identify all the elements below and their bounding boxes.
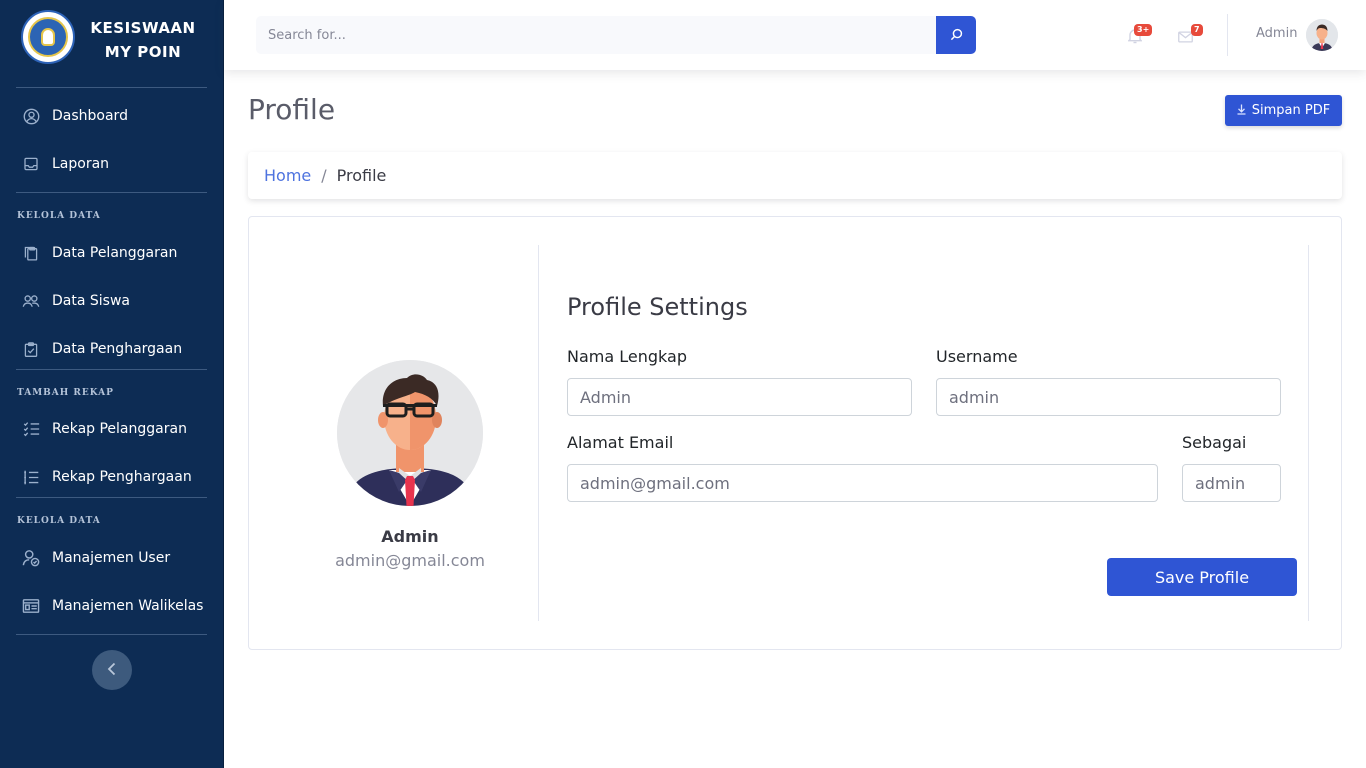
sidebar-heading-kelola-data-2: KELOLA DATA [17, 516, 101, 526]
sidebar-item-data-penghargaan[interactable]: Data Penghargaan [0, 329, 224, 369]
user-circle-icon [22, 107, 40, 125]
chevron-left-icon [107, 660, 117, 681]
sidebar-item-rekap-penghargaan[interactable]: Rekap Penghargaan [0, 457, 224, 497]
breadcrumb-separator: / [321, 166, 327, 185]
sidebar-divider [16, 369, 207, 370]
school-logo [21, 10, 75, 64]
inbox-icon [22, 155, 40, 173]
sidebar-item-label: Rekap Pelanggaran [52, 421, 187, 437]
sidebar-item-manajemen-walikelas[interactable]: Manajemen Walikelas [0, 586, 224, 626]
brand-line1: KESISWAAN [90, 19, 196, 37]
id-card-icon [22, 597, 40, 615]
topbar-user-avatar[interactable] [1306, 19, 1338, 51]
notifications-button[interactable]: 3+ [1126, 24, 1153, 46]
sidebar-divider [16, 497, 207, 498]
sidebar-item-label: Laporan [52, 156, 110, 172]
search-input[interactable] [256, 16, 936, 54]
nama-lengkap-input[interactable] [567, 378, 912, 416]
profile-email: admin@gmail.com [335, 551, 485, 570]
save-pdf-button[interactable]: Simpan PDF [1225, 95, 1342, 126]
messages-badge: 7 [1191, 24, 1203, 36]
sidebar-divider [16, 634, 207, 635]
nama-lengkap-label: Nama Lengkap [567, 347, 687, 366]
list-icon [22, 468, 40, 486]
profile-summary: Admin admin@gmail.com [249, 245, 539, 621]
sidebar-item-data-pelanggaran[interactable]: Data Pelanggaran [0, 233, 224, 273]
clipboard-check-icon [22, 340, 40, 358]
brand-line2: MY POIN [104, 43, 182, 61]
breadcrumb-current: Profile [336, 166, 387, 185]
sidebar-item-data-siswa[interactable]: Data Siswa [0, 281, 224, 321]
sidebar-heading-tambah-rekap: TAMBAH REKAP [17, 388, 114, 398]
download-icon [1237, 104, 1246, 118]
messages-button[interactable]: 7 [1177, 24, 1203, 46]
sidebar-item-label: Data Siswa [52, 293, 130, 309]
sidebar-item-label: Manajemen Walikelas [52, 598, 204, 614]
save-pdf-label: Simpan PDF [1251, 103, 1331, 118]
search-button[interactable] [936, 16, 976, 54]
card-right-border [1308, 245, 1309, 621]
sidebar-item-label: Dashboard [52, 108, 128, 124]
breadcrumb: Home / Profile [248, 152, 1342, 199]
sidebar-item-manajemen-user[interactable]: Manajemen User [0, 538, 224, 578]
search-bar [256, 16, 976, 54]
alamat-email-label: Alamat Email [567, 433, 674, 452]
sidebar-item-label: Manajemen User [52, 550, 171, 566]
search-icon [950, 26, 963, 45]
clipboard-copy-icon [22, 244, 40, 262]
sidebar-divider [16, 87, 207, 88]
brand[interactable]: KESISWAAN MY POIN [0, 0, 224, 76]
sidebar-heading-kelola-data: KELOLA DATA [17, 211, 101, 221]
save-profile-button[interactable]: Save Profile [1107, 558, 1297, 596]
sidebar-item-dashboard[interactable]: Dashboard [0, 96, 224, 136]
sebagai-input[interactable] [1182, 464, 1281, 502]
profile-card: Admin admin@gmail.com Profile Settings N… [248, 216, 1342, 650]
page-title: Profile [248, 93, 336, 126]
alamat-email-input[interactable] [567, 464, 1158, 502]
sidebar-divider [16, 192, 207, 193]
username-input[interactable] [936, 378, 1281, 416]
user-check-icon [22, 549, 40, 567]
topbar-user-name[interactable]: Admin [1256, 26, 1297, 41]
sidebar-item-rekap-pelanggaran[interactable]: Rekap Pelanggaran [0, 409, 224, 449]
breadcrumb-home-link[interactable]: Home [264, 166, 311, 185]
sidebar-item-label: Rekap Penghargaan [52, 469, 192, 485]
users-icon [22, 292, 40, 310]
sidebar-toggle-button[interactable] [92, 650, 132, 690]
sidebar-item-laporan[interactable]: Laporan [0, 144, 224, 184]
topbar-divider [1227, 14, 1228, 56]
brand-title: KESISWAAN MY POIN [84, 16, 202, 64]
sebagai-label: Sebagai [1182, 433, 1247, 452]
sidebar-item-label: Data Pelanggaran [52, 245, 178, 261]
settings-title: Profile Settings [567, 293, 748, 321]
topbar: 3+ 7 Admin [224, 0, 1366, 70]
checklist-icon [22, 420, 40, 438]
sidebar-item-label: Data Penghargaan [52, 341, 183, 357]
username-label: Username [936, 347, 1018, 366]
profile-avatar [337, 360, 483, 506]
sidebar: KESISWAAN MY POIN Dashboard Laporan KELO… [0, 0, 224, 768]
notifications-badge: 3+ [1134, 24, 1153, 36]
profile-name: Admin [381, 527, 439, 546]
